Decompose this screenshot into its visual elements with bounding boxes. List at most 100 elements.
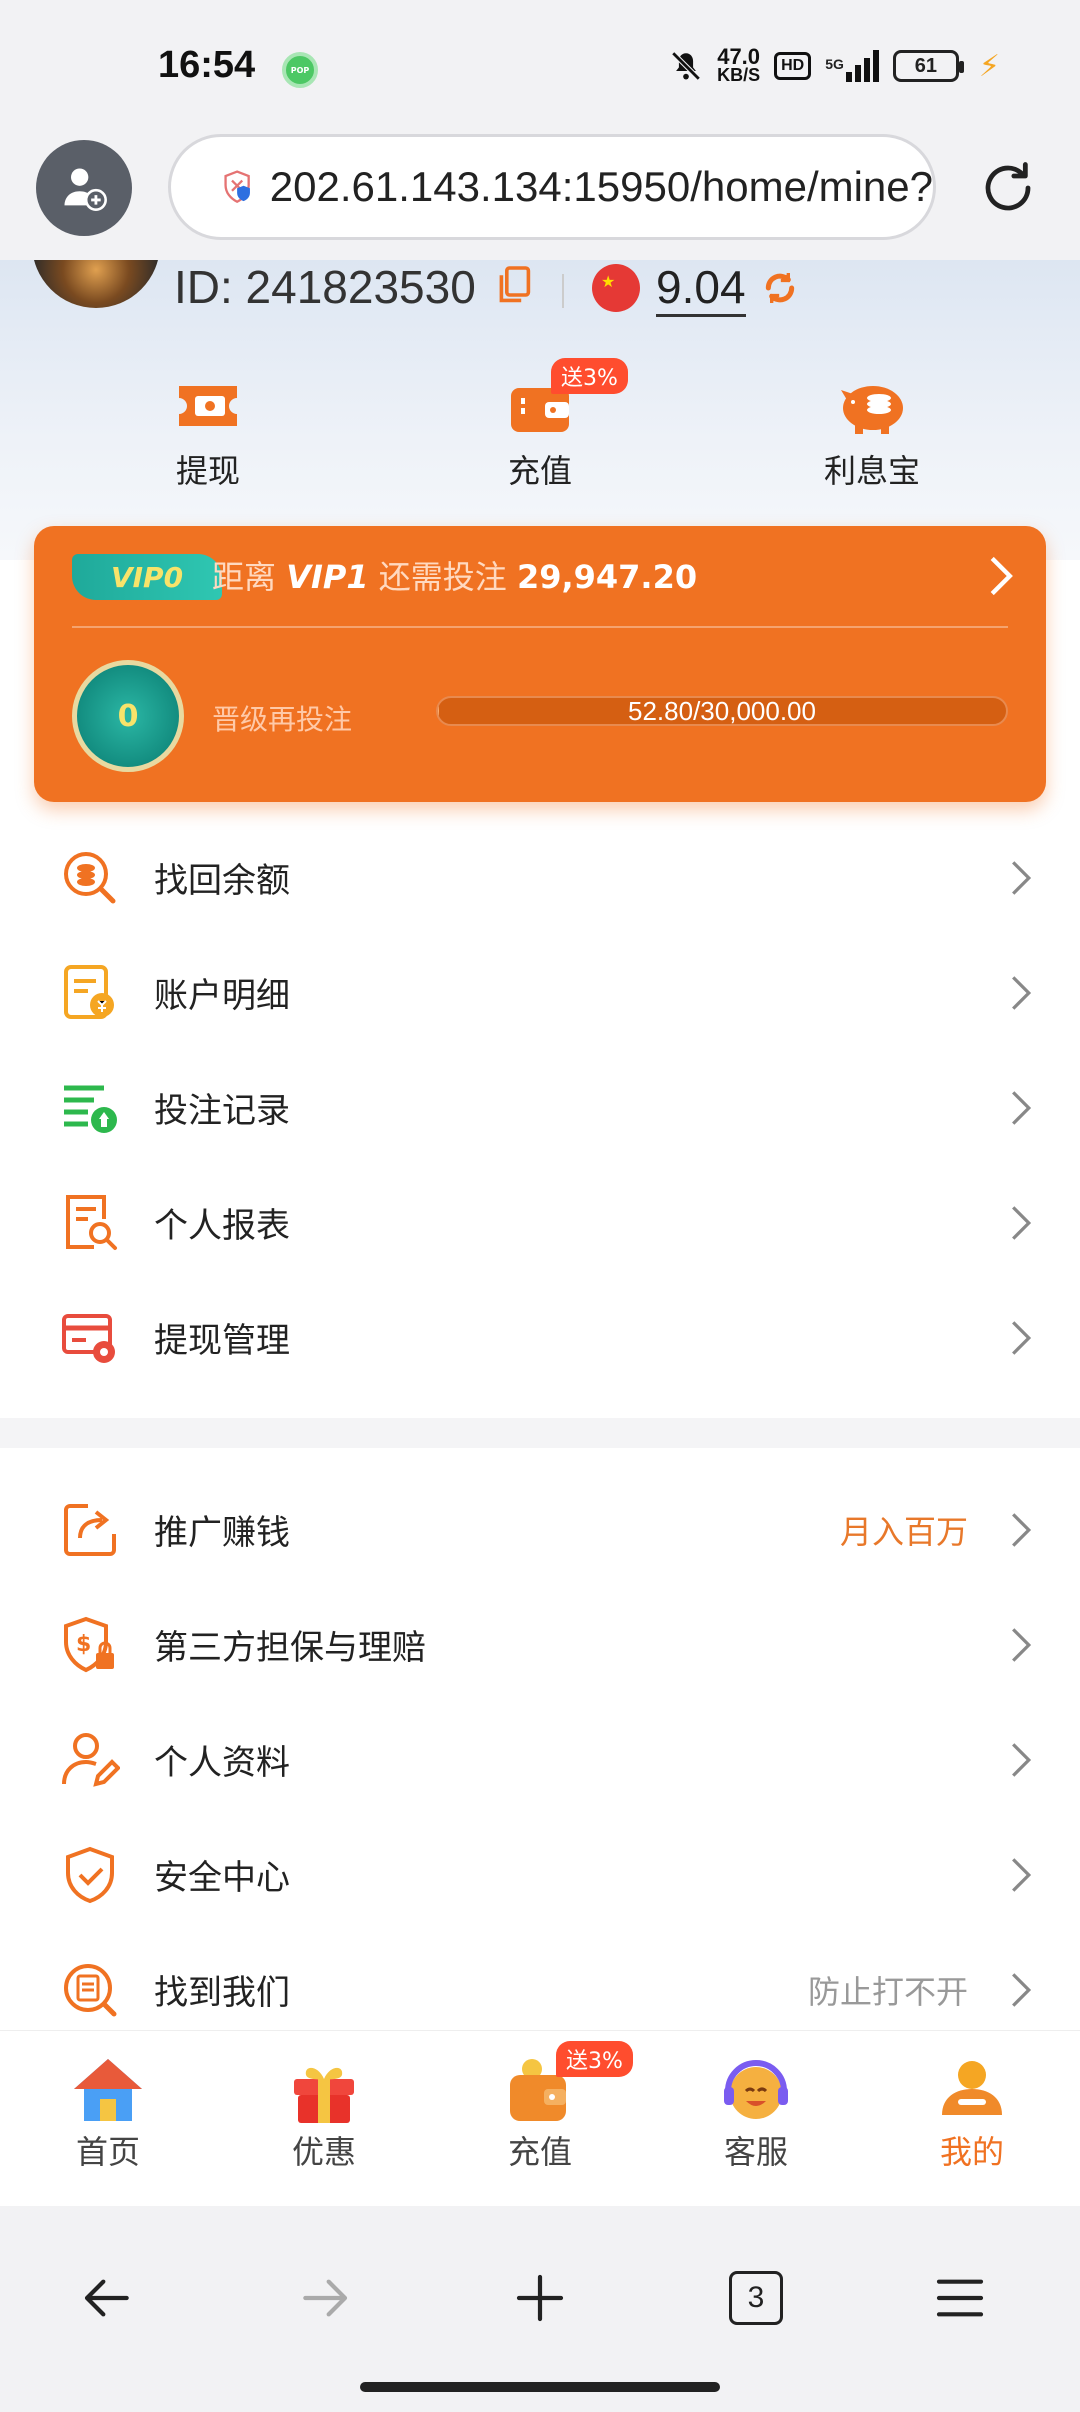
menu-label: 个人资料: [154, 1743, 290, 1783]
vip-distance-mid: 还需投注: [378, 558, 507, 596]
reload-button[interactable]: [976, 156, 1040, 220]
menu-label: 推广赚钱: [154, 1513, 290, 1553]
chevron-right-icon: [1012, 1627, 1032, 1662]
withdraw-ticket-icon: [179, 386, 237, 426]
tab-count: 3: [729, 2271, 783, 2325]
chevron-right-icon: [1012, 1090, 1032, 1125]
menu-label: 账户明细: [154, 976, 290, 1016]
gift-icon: [294, 2067, 354, 2123]
interest-treasure-button[interactable]: 利息宝: [772, 376, 972, 492]
menu-item-find-us[interactable]: 找到我们 防止打不开: [0, 1932, 1080, 2030]
menu-label: 提现管理: [154, 1321, 290, 1361]
header-divider: [562, 274, 564, 308]
menu-label: 投注记录: [154, 1091, 290, 1131]
vip-progress-text: 52.80/30,000.00: [628, 696, 816, 726]
menu-item-security-center[interactable]: 安全中心: [0, 1817, 1080, 1932]
tabs-button[interactable]: 3: [716, 2258, 796, 2338]
tab-label: 优惠: [291, 2133, 356, 2171]
bottom-tab-bar: 首页 优惠 送3% 充值 客服 我的: [0, 2030, 1080, 2206]
hamburger-menu-icon: [936, 2279, 984, 2317]
tab-mine[interactable]: 我的: [882, 2055, 1062, 2173]
home-indicator: [360, 2382, 720, 2392]
signal-icon: 5G: [825, 50, 879, 82]
menu-item-withdraw-management[interactable]: 提现管理: [0, 1280, 1080, 1395]
chevron-right-icon[interactable]: [986, 554, 1016, 598]
vip-distance-prefix: 距离: [212, 558, 277, 596]
bet-record-icon: [64, 1085, 117, 1133]
withdraw-button[interactable]: 提现: [108, 376, 308, 492]
recharge-button[interactable]: 送3% 充值: [440, 358, 640, 492]
vip-distance-text: 距离 VIP1 还需投注 29,947.20: [212, 552, 697, 598]
browser-navigation-bar: 3: [0, 2206, 1080, 2412]
back-button[interactable]: [68, 2258, 148, 2338]
menu-button[interactable]: [920, 2258, 1000, 2338]
promote-hint: 月入百万: [839, 1512, 968, 1551]
reload-icon: [985, 162, 1031, 211]
status-time: 16:54: [158, 44, 256, 86]
arrow-left-icon: [84, 2279, 129, 2317]
tab-home[interactable]: 首页: [18, 2055, 198, 2173]
new-tab-button[interactable]: [500, 2258, 580, 2338]
profile-add-button[interactable]: [36, 140, 132, 236]
menu-label: 个人报表: [154, 1206, 290, 1246]
arrow-right-icon: [303, 2279, 348, 2317]
vip-level-tag: VIP0: [72, 554, 222, 600]
menu-item-recover-balance[interactable]: 找回余额: [0, 820, 1080, 935]
status-bar: 16:54 POP 47.0 KB/S HD 5G 61 ⚡: [0, 0, 1080, 130]
mine-page: ID: 241823530 ★ 9.04 提现 送3% 充值 利息宝 VIP0 …: [0, 260, 1080, 2030]
shield-check-icon: [66, 1846, 114, 1903]
tab-customer-service[interactable]: 客服: [666, 2055, 846, 2173]
tab-promotions[interactable]: 优惠: [234, 2055, 414, 2173]
plus-icon: [516, 2274, 564, 2322]
report-search-icon: [66, 1194, 117, 1250]
menu-item-bet-records[interactable]: 投注记录: [0, 1050, 1080, 1165]
piggy-bank-icon: [841, 386, 903, 434]
menu-label: 找回余额: [154, 861, 290, 901]
customer-service-icon: [724, 2060, 788, 2119]
menu-item-personal-info[interactable]: 个人资料: [0, 1702, 1080, 1817]
recharge-bonus-badge: 送3%: [551, 358, 628, 394]
address-bar[interactable]: 202.61.143.134:15950/home/mine?: [168, 134, 936, 240]
withdraw-settings-icon: [62, 1313, 115, 1363]
chevron-right-icon: [1012, 1512, 1032, 1547]
menu-label: 安全中心: [154, 1858, 290, 1898]
user-add-icon: [64, 168, 107, 211]
home-icon: [74, 2059, 142, 2121]
refresh-balance-icon[interactable]: [760, 268, 800, 308]
chevron-right-icon: [1012, 975, 1032, 1010]
url-text: 202.61.143.134:15950/home/mine?: [269, 163, 933, 210]
vip-card[interactable]: VIP0 距离 VIP1 还需投注 29,947.20 0 晋级再投注 52.8…: [34, 526, 1046, 802]
vip-progress-bar: 52.80/30,000.00: [436, 696, 1008, 726]
withdraw-label: 提现: [175, 452, 240, 490]
bell-muted-icon: [671, 51, 701, 81]
copy-icon[interactable]: [496, 266, 532, 306]
pop-notification-icon: POP: [282, 52, 318, 88]
menu-label: 第三方担保与理赔: [154, 1628, 426, 1668]
battery-icon: 61: [892, 50, 964, 82]
network-type: 5G: [825, 56, 844, 72]
vip-medal-level: 0: [117, 698, 139, 734]
share-icon: [64, 1503, 116, 1556]
menu-item-account-details[interactable]: 账户明细: [0, 935, 1080, 1050]
menu-item-personal-report[interactable]: 个人报表: [0, 1165, 1080, 1280]
svg-text:$: $: [76, 1632, 91, 1657]
coin-search-icon: [64, 851, 116, 903]
chevron-right-icon: [1012, 1320, 1032, 1355]
menu-item-promote-earn[interactable]: 推广赚钱 月入百万: [0, 1472, 1080, 1587]
charging-icon: ⚡: [978, 48, 1000, 84]
chevron-right-icon: [1012, 860, 1032, 895]
forward-button[interactable]: [284, 2258, 364, 2338]
balance-amount: 9.04: [656, 260, 746, 317]
chevron-right-icon: [1012, 1972, 1032, 2007]
vip-next-level: VIP1: [286, 558, 369, 596]
chevron-right-icon: [1012, 1857, 1032, 1892]
menu-label: 找到我们: [154, 1973, 290, 2013]
recharge-label: 充值: [507, 452, 572, 490]
menu-item-third-party-guarantee[interactable]: $ 第三方担保与理赔: [0, 1587, 1080, 1702]
chevron-right-icon: [1012, 1742, 1032, 1777]
user-edit-icon: [62, 1732, 120, 1787]
hd-icon: HD: [774, 52, 812, 80]
shield-dollar-lock-icon: $: [64, 1616, 114, 1672]
tab-recharge[interactable]: 送3% 充值: [450, 2041, 633, 2173]
account-detail-icon: [64, 964, 114, 1019]
